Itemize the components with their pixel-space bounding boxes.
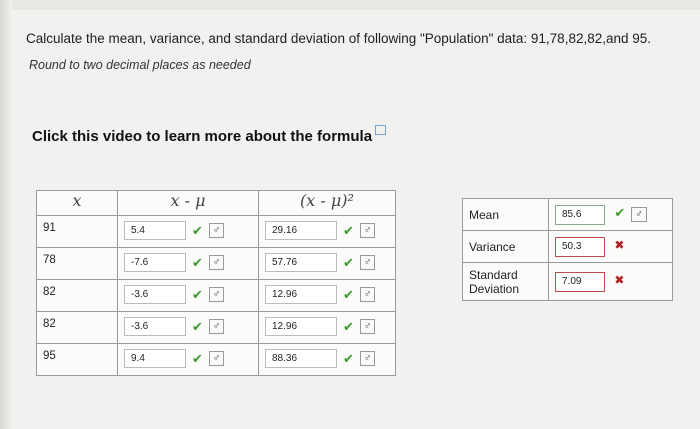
- external-link-icon: [375, 125, 387, 135]
- cell-x: 82: [36, 311, 118, 344]
- deviation-answer-box[interactable]: -7.6: [124, 253, 186, 272]
- cell-deviation: -3.6 ✔ ♂: [117, 311, 259, 344]
- summary-table: Mean 85.6 ✔ ♂ Variance 50.3 ✖ Standard De…: [462, 198, 673, 301]
- deviation-answer-box[interactable]: 5.4: [124, 221, 186, 240]
- hint-icon[interactable]: ♂: [359, 351, 376, 366]
- deviation-answer-box[interactable]: -3.6: [124, 285, 186, 304]
- check-icon: ✔: [343, 286, 354, 302]
- x-value: 91: [43, 222, 56, 234]
- cell-squared-deviation: 57.76 ✔ ♂: [258, 247, 396, 280]
- summary-row: Variance 50.3 ✖: [462, 230, 673, 263]
- header-deviation: x - μ: [117, 190, 259, 216]
- hint-icon[interactable]: ♂: [208, 287, 225, 302]
- summary-row: Mean 85.6 ✔ ♂: [462, 198, 673, 231]
- hint-icon[interactable]: ♂: [208, 351, 225, 366]
- cross-icon: ✖: [614, 273, 625, 287]
- summary-value-cell: 50.3 ✖: [548, 230, 673, 263]
- check-icon: ✔: [343, 350, 354, 366]
- cell-x: 82: [36, 279, 118, 312]
- hint-icon[interactable]: ♂: [208, 319, 225, 334]
- header-squared-deviation: (x - μ)²: [258, 190, 396, 216]
- summary-answer-box[interactable]: 50.3: [555, 236, 605, 257]
- question-text: Calculate the mean, variance, and standa…: [26, 31, 652, 46]
- cell-deviation: -3.6 ✔ ♂: [117, 279, 259, 312]
- check-icon: ✔: [192, 222, 203, 238]
- x-value: 95: [43, 350, 56, 362]
- check-icon: ✔: [192, 254, 203, 270]
- hint-icon[interactable]: ♂: [208, 255, 225, 270]
- x-value: 82: [43, 286, 56, 298]
- cell-squared-deviation: 88.36 ✔ ♂: [258, 343, 396, 376]
- header-x: x: [36, 190, 118, 216]
- summary-answer-box[interactable]: 85.6: [555, 204, 605, 225]
- cell-squared-deviation: 12.96 ✔ ♂: [258, 279, 396, 312]
- check-icon: ✔: [614, 205, 626, 220]
- deviation-answer-wrap: -3.6 ✔ ♂: [118, 312, 258, 336]
- table-row: 91 5.4 ✔ ♂ 29.16 ✔ ♂: [36, 215, 396, 248]
- squared-answer-box[interactable]: 88.36: [265, 349, 337, 368]
- hint-icon[interactable]: ♂: [359, 223, 376, 238]
- squared-answer-wrap: 88.36 ✔ ♂: [259, 344, 395, 368]
- table-header-row: x x - μ (x - μ)²: [36, 190, 396, 216]
- summary-row: Standard Deviation 7.09 ✖: [462, 262, 673, 301]
- squared-answer-wrap: 12.96 ✔ ♂: [259, 280, 395, 304]
- data-table: x x - μ (x - μ)² 91 5.4 ✔ ♂ 29.16 ✔ ♂ 78…: [36, 190, 396, 376]
- check-icon: ✔: [343, 254, 354, 270]
- check-icon: ✔: [343, 318, 354, 334]
- summary-label: Standard Deviation: [462, 262, 549, 301]
- cell-squared-deviation: 12.96 ✔ ♂: [258, 311, 396, 344]
- x-value: 78: [43, 254, 56, 266]
- hint-icon[interactable]: ♂: [208, 223, 225, 238]
- squared-answer-wrap: 29.16 ✔ ♂: [259, 216, 395, 240]
- summary-value-cell: 7.09 ✖: [548, 262, 673, 301]
- hint-text: Round to two decimal places as needed: [29, 58, 251, 72]
- summary-label: Mean: [462, 198, 549, 231]
- squared-answer-box[interactable]: 12.96: [265, 285, 337, 304]
- deviation-answer-wrap: 5.4 ✔ ♂: [118, 216, 258, 240]
- deviation-answer-box[interactable]: 9.4: [124, 349, 186, 368]
- check-icon: ✔: [192, 318, 203, 334]
- squared-answer-box[interactable]: 29.16: [265, 221, 337, 240]
- cell-x: 78: [36, 247, 118, 280]
- squared-answer-wrap: 12.96 ✔ ♂: [259, 312, 395, 336]
- cell-x: 91: [36, 215, 118, 248]
- cell-squared-deviation: 29.16 ✔ ♂: [258, 215, 396, 248]
- x-value: 82: [43, 318, 56, 330]
- top-band: [0, 0, 700, 10]
- squared-answer-wrap: 57.76 ✔ ♂: [259, 248, 395, 272]
- summary-label: Variance: [462, 230, 549, 263]
- video-link-label: Click this video to learn more about the…: [32, 128, 373, 145]
- video-link[interactable]: Click this video to learn more about the…: [32, 125, 387, 145]
- deviation-answer-box[interactable]: -3.6: [124, 317, 186, 336]
- deviation-answer-wrap: -7.6 ✔ ♂: [118, 248, 258, 272]
- deviation-answer-wrap: 9.4 ✔ ♂: [118, 344, 258, 368]
- cell-deviation: -7.6 ✔ ♂: [117, 247, 259, 280]
- summary-answer-box[interactable]: 7.09: [555, 271, 605, 292]
- table-row: 82 -3.6 ✔ ♂ 12.96 ✔ ♂: [36, 311, 396, 344]
- hint-icon[interactable]: ♂: [359, 255, 376, 270]
- check-icon: ✔: [343, 222, 354, 238]
- hint-icon[interactable]: ♂: [631, 207, 647, 222]
- squared-answer-box[interactable]: 57.76: [265, 253, 337, 272]
- left-shade: [0, 0, 12, 429]
- cell-deviation: 5.4 ✔ ♂: [117, 215, 259, 248]
- squared-answer-box[interactable]: 12.96: [265, 317, 337, 336]
- check-icon: ✔: [192, 286, 203, 302]
- hint-icon[interactable]: ♂: [359, 287, 376, 302]
- summary-value-cell: 85.6 ✔ ♂: [548, 198, 673, 231]
- check-icon: ✔: [192, 350, 203, 366]
- table-row: 82 -3.6 ✔ ♂ 12.96 ✔ ♂: [36, 279, 396, 312]
- table-row: 95 9.4 ✔ ♂ 88.36 ✔ ♂: [36, 343, 396, 376]
- cell-deviation: 9.4 ✔ ♂: [117, 343, 259, 376]
- table-row: 78 -7.6 ✔ ♂ 57.76 ✔ ♂: [36, 247, 396, 280]
- hint-icon[interactable]: ♂: [359, 319, 376, 334]
- cell-x: 95: [36, 343, 118, 376]
- cross-icon: ✖: [614, 238, 625, 252]
- deviation-answer-wrap: -3.6 ✔ ♂: [118, 280, 258, 304]
